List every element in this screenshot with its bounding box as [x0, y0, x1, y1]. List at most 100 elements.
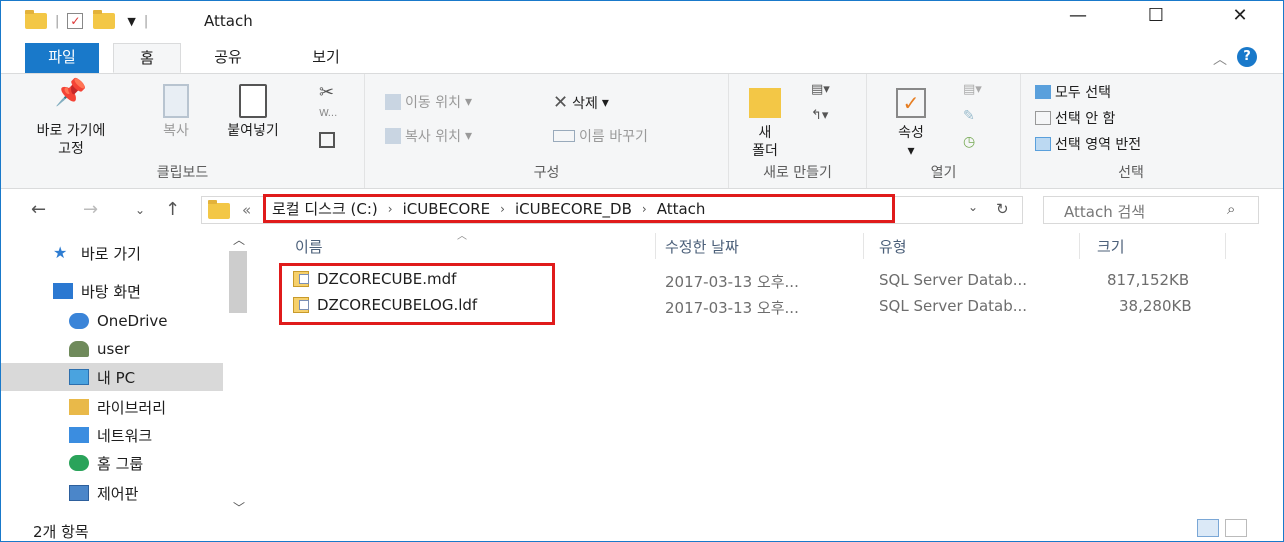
column-divider[interactable] [863, 233, 864, 259]
nav-label: OneDrive [97, 312, 168, 330]
scroll-up-icon[interactable]: ︿ [233, 231, 245, 248]
breadcrumb-icubecore[interactable]: iCUBECORE [403, 200, 491, 218]
history-icon[interactable]: ◷ [963, 134, 975, 150]
delete-button[interactable]: ✕ 삭제 ▾ [553, 92, 609, 113]
select-none-button[interactable]: 선택 안 함 [1035, 108, 1115, 128]
nav-item-network[interactable]: 네트워크 [1, 421, 223, 449]
breadcrumb-separator-icon[interactable]: › [642, 202, 647, 216]
close-button[interactable]: ✕ [1225, 5, 1255, 26]
explorer-window: | ✓ ▼ | Attach — ☐ ✕ 파일 홈 공유 보기 ︿ ? 📌 바로… [0, 0, 1284, 542]
column-header-type[interactable]: 유형 [879, 229, 907, 263]
scroll-thumb[interactable] [229, 251, 247, 313]
breadcrumb-icubecore-db[interactable]: iCUBECORE_DB [515, 200, 632, 218]
edit-icon[interactable]: ✎ [963, 108, 975, 124]
file-type: SQL Server Datab... [879, 271, 1028, 289]
open-icon[interactable]: ▤▾ [963, 82, 982, 97]
copy-path-icon[interactable]: W... [319, 108, 337, 119]
nav-item-homegroup[interactable]: 홈 그룹 [1, 449, 223, 477]
new-group-label: 새로 만들기 [763, 165, 832, 181]
up-arrow-icon[interactable]: ↑ [165, 199, 180, 220]
search-icon[interactable]: ⌕ [1227, 200, 1235, 218]
tab-share[interactable]: 공유 [193, 43, 263, 73]
help-icon[interactable]: ? [1237, 47, 1257, 67]
nav-label: 홈 그룹 [97, 454, 144, 473]
new-item-icon[interactable]: ▤▾ [811, 82, 830, 97]
move-to-button[interactable]: 이동 위치 ▾ [385, 92, 472, 112]
star-icon: ★ [53, 243, 68, 262]
nav-label: 제어판 [97, 484, 139, 503]
tab-file[interactable]: 파일 [25, 43, 99, 73]
pin-label-1: 바로 가기에 [36, 123, 106, 139]
copy-label: 복사 [163, 123, 189, 139]
properties-button[interactable]: ✓ 속성 ▾ [881, 84, 941, 160]
copy-to-button[interactable]: 복사 위치 ▾ [385, 126, 472, 146]
clipboard-group: 📌 바로 가기에 고정 복사 붙여넣기 ✂ W... 클립보드 [1, 74, 365, 188]
file-date: 2017-03-13 오후... [665, 273, 799, 291]
scroll-down-icon[interactable]: ﹀ [233, 499, 245, 516]
column-header-name[interactable]: 이름 [295, 229, 323, 263]
breadcrumb: 로컬 디스크 (C:) › iCUBECORE › iCUBECORE_DB ›… [263, 194, 895, 223]
file-type: SQL Server Datab... [879, 297, 1028, 315]
nav-item-desktop[interactable]: 바탕 화면 [1, 277, 223, 305]
column-divider[interactable] [655, 233, 656, 259]
breadcrumb-local-disk[interactable]: 로컬 디스크 (C:) [272, 198, 378, 219]
breadcrumb-separator-icon[interactable]: › [388, 202, 393, 216]
forward-arrow-icon[interactable]: → [83, 199, 98, 220]
homegroup-icon [69, 455, 89, 471]
nav-item-user[interactable]: user [1, 335, 223, 363]
tab-view[interactable]: 보기 [291, 43, 361, 73]
address-dropdown-icon[interactable]: ⌄ [968, 200, 978, 214]
nav-label: 라이브러리 [97, 398, 167, 417]
copy-to-label: 복사 위치 [405, 129, 461, 145]
maximize-button[interactable]: ☐ [1141, 5, 1171, 26]
quick-access-toolbar: | ✓ ▼ | [25, 10, 148, 31]
column-header-date[interactable]: 수정한 날짜 [665, 229, 739, 263]
new-group: 새 폴더 ▤▾ ↰▾ 새로 만들기 [729, 74, 867, 188]
easy-access-icon[interactable]: ↰▾ [811, 108, 828, 123]
open-group: ✓ 속성 ▾ ▤▾ ✎ ◷ 열기 [867, 74, 1021, 188]
column-divider[interactable] [1079, 233, 1080, 259]
nav-item-quick-access[interactable]: ★ 바로 가기 [1, 239, 223, 267]
network-icon [69, 427, 89, 443]
rename-button[interactable]: 이름 바꾸기 [553, 126, 648, 146]
refresh-icon[interactable]: ↻ [996, 200, 1009, 218]
paste-button[interactable]: 붙여넣기 [215, 84, 291, 140]
new-folder-button[interactable]: 새 폴더 [735, 84, 795, 160]
new-folder-icon[interactable] [93, 10, 116, 29]
details-view-icon[interactable] [1197, 519, 1219, 537]
breadcrumb-separator-icon[interactable]: › [500, 202, 505, 216]
nav-item-onedrive[interactable]: OneDrive [1, 307, 223, 335]
sort-ascending-icon: ︿ [457, 231, 467, 242]
overflow-chevron[interactable]: « [242, 201, 251, 219]
control-panel-icon [69, 485, 89, 501]
user-icon [69, 341, 89, 357]
nav-label: 내 PC [97, 368, 136, 387]
nav-label: user [97, 340, 130, 358]
copy-button[interactable]: 복사 [151, 84, 201, 140]
clipboard-group-label: 클립보드 [156, 165, 209, 181]
copy-to-icon [385, 128, 401, 144]
cut-icon[interactable]: ✂ [319, 82, 334, 103]
invert-selection-button[interactable]: 선택 영역 반전 [1035, 134, 1141, 154]
pin-quick-access-button[interactable]: 📌 바로 가기에 고정 [21, 80, 121, 158]
properties-check-icon[interactable]: ✓ [67, 13, 84, 29]
back-arrow-icon[interactable]: ← [31, 199, 46, 220]
customize-dropdown-icon[interactable]: ▼ [127, 15, 135, 28]
paste-shortcut-icon[interactable] [319, 132, 335, 148]
recent-dropdown-icon[interactable]: ⌄ [135, 203, 145, 217]
rename-icon [553, 130, 575, 142]
large-icons-view-icon[interactable] [1225, 519, 1247, 537]
minimize-button[interactable]: — [1063, 5, 1093, 26]
collapse-ribbon-icon[interactable]: ︿ [1213, 49, 1227, 69]
nav-item-libraries[interactable]: 라이브러리 [1, 393, 223, 421]
organize-group-label: 구성 [533, 165, 560, 181]
nav-item-control-panel[interactable]: 제어판 [1, 479, 223, 507]
nav-scrollbar[interactable]: ︿ ﹀ [225, 229, 251, 517]
column-divider[interactable] [1225, 233, 1226, 259]
new-folder-label-1: 새 [758, 125, 772, 141]
nav-item-this-pc[interactable]: 내 PC [1, 363, 223, 391]
column-header-size[interactable]: 크기 [1097, 229, 1125, 263]
breadcrumb-attach[interactable]: Attach [657, 200, 706, 218]
select-all-button[interactable]: 모두 선택 [1035, 82, 1111, 102]
tab-home[interactable]: 홈 [113, 43, 181, 73]
